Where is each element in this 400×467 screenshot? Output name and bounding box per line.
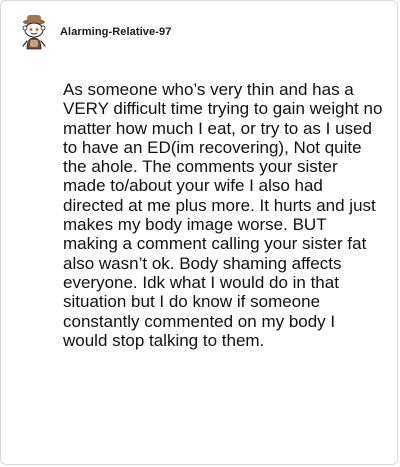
comment-header: Alarming-Relative-97	[19, 13, 171, 51]
avatar[interactable]	[19, 13, 49, 51]
comment-author[interactable]: Alarming-Relative-97	[60, 26, 171, 38]
snoo-avatar-icon	[22, 15, 46, 50]
comment-text: As someone who’s very thin and has a VER…	[63, 80, 383, 350]
comment-card: Alarming-Relative-97 As someone who’s ve…	[0, 0, 398, 465]
